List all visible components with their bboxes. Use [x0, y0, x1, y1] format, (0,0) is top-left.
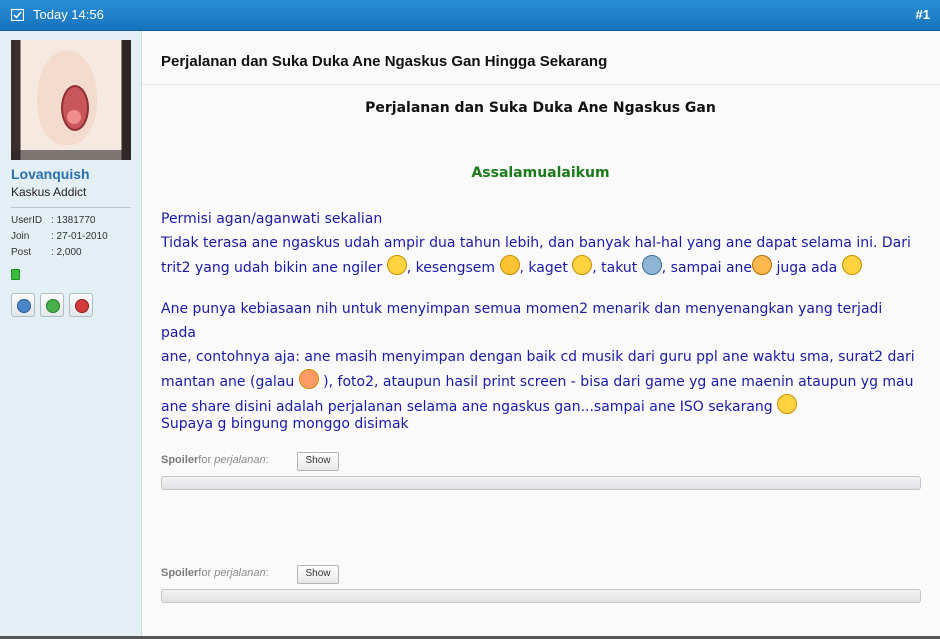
post-heading: Perjalanan dan Suka Duka Ane Ngaskus Gan: [365, 100, 716, 116]
online-status-icon: [11, 269, 20, 280]
smiley-love-icon: [499, 255, 520, 275]
avatar-strip: [11, 150, 131, 160]
p1-line3: trit2 yang udah bikin ane ngiler , kesen…: [161, 255, 921, 280]
spoiler-show-button-2[interactable]: Show: [297, 565, 339, 584]
paragraph-3: Supaya g bingung monggo disimak: [161, 416, 409, 432]
add-reputation-button[interactable]: [40, 293, 64, 317]
stat-userid: UserID: 1381770: [11, 215, 96, 226]
smiley-galau-icon: [298, 369, 319, 389]
view-profile-icon: [17, 299, 31, 313]
stat-post: Post: 2,000: [11, 247, 82, 258]
smiley-drool-icon: [386, 255, 407, 275]
post-number-link[interactable]: #1: [916, 7, 930, 22]
p2-line2: ane, contohnya aja: ane masih menyimpan …: [161, 349, 915, 365]
paragraph-2: Ane punya kebiasaan nih untuk menyimpan …: [161, 297, 921, 419]
smiley-grin-icon: [841, 255, 862, 275]
avatar-tongue: [67, 110, 81, 124]
report-button[interactable]: [69, 293, 93, 317]
username-link[interactable]: Lovanquish: [11, 166, 90, 182]
spoiler-box-1[interactable]: [161, 476, 921, 490]
p2-line3: mantan ane (galau ), foto2, ataupun hasi…: [161, 369, 921, 394]
user-rank: Kaskus Addict: [11, 185, 87, 199]
spoiler-show-button-1[interactable]: Show: [297, 452, 339, 471]
report-icon: [75, 299, 89, 313]
thread-title: Perjalanan dan Suka Duka Ane Ngaskus Gan…: [161, 53, 608, 70]
smiley-grin-icon: [777, 394, 798, 414]
paragraph-1: Permisi agan/aganwati sekalian Tidak ter…: [161, 207, 921, 280]
sidebar-divider: [11, 207, 131, 208]
smiley-bird-icon: [752, 255, 773, 275]
avatar[interactable]: [11, 40, 131, 160]
spoiler-label-2: Spoilerfor perjalanan:: [161, 567, 269, 579]
greeting-text: Assalamualaikum: [471, 165, 610, 181]
spoiler-box-2[interactable]: [161, 589, 921, 603]
stat-join: Join: 27-01-2010: [11, 231, 108, 242]
p2-line1: Ane punya kebiasaan nih untuk menyimpan …: [161, 301, 883, 341]
smiley-scared-icon: [641, 255, 662, 275]
avatar-mouth: [61, 85, 89, 131]
view-profile-button[interactable]: [11, 293, 35, 317]
add-reputation-icon: [46, 299, 60, 313]
user-sidebar: Lovanquish Kaskus Addict UserID: 1381770…: [0, 31, 142, 636]
calendar-icon: [11, 8, 24, 21]
p1-line1: Permisi agan/aganwati sekalian: [161, 211, 383, 227]
smiley-shock-icon: [572, 255, 593, 275]
post-date: Today 14:56: [33, 7, 104, 22]
spoiler-label-1: Spoilerfor perjalanan:: [161, 454, 269, 466]
title-divider: [142, 84, 940, 85]
p1-line2: Tidak terasa ane ngaskus udah ampir dua …: [161, 235, 911, 251]
post-header-bar: Today 14:56 #1: [0, 0, 940, 31]
